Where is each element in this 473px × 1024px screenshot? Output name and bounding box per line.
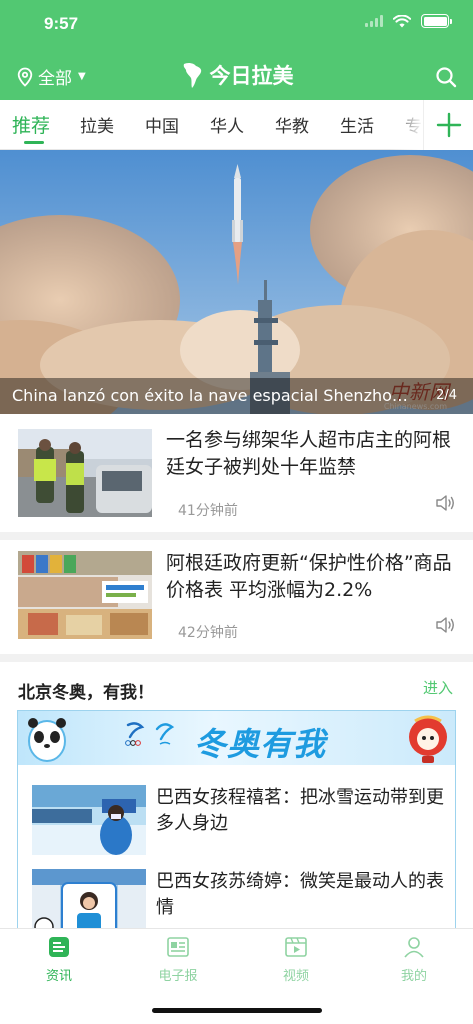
app-title: 今日拉美 [180,60,294,90]
section-title: 北京冬奥，有我！ [18,683,154,703]
olympic-emblem-icon [125,722,145,746]
location-selector[interactable]: 全部 ▼ [16,64,86,89]
add-category-button[interactable] [423,100,473,150]
wifi-icon [393,14,411,27]
section-enter-link[interactable]: 进入 [423,677,453,698]
news-timestamp: 41分钟前 [178,503,238,519]
status-time: 9:57 [44,14,79,33]
hero-image-rocket-launch [0,150,473,414]
tab-chinese-education[interactable]: 华教 [275,112,309,137]
banner-title: 冬奥有我 [194,725,327,763]
bottom-tab-epaper[interactable]: 电子报 [138,935,218,984]
tab-chinese-overseas[interactable]: 华人 [210,112,244,137]
location-label: 全部 [38,69,72,89]
carousel-pager: 2/4 [436,388,457,403]
cellular-signal-icon [365,15,383,27]
hero-caption: China lanzó con éxito la nave espacial S… [0,378,473,414]
location-pin-icon [17,67,33,87]
news-thumbnail [18,551,152,639]
top-nav-bar: 全部 ▼ 今日拉美 [0,54,473,98]
feature-thumbnail [32,785,146,855]
tab-recommended[interactable]: 推荐 [12,111,50,138]
bottom-tab-label: 资讯 [45,969,72,984]
chevron-down-icon: ▼ [78,71,86,82]
speaker-icon[interactable] [435,616,455,634]
hero-carousel[interactable]: 中新网 Chinanews.com China lanzó con éxito … [0,150,473,414]
tab-life[interactable]: 生活 [340,112,374,137]
bottom-tab-label: 我的 [400,969,427,984]
video-icon [285,937,307,957]
winter-olympics-feature: 冬奥有我 巴西女孩程禧茗：把冰雪运动带到更多人身边 巴西女孩苏绮婷：微笑是最动人… [17,710,456,950]
news-title[interactable]: 一名参与绑架华人超市店主的阿根廷女子被判处十年监禁 [166,427,456,481]
app-title-text: 今日拉美 [209,64,294,88]
feature-banner[interactable]: 冬奥有我 [18,711,455,765]
news-thumbnail [18,429,152,517]
active-tab-indicator [24,141,44,144]
bottom-tab-news[interactable]: 资讯 [19,935,99,984]
news-title[interactable]: 阿根廷政府更新“保护性价格”商品价格表 平均涨幅为2.2% [166,550,456,604]
divider [0,654,473,662]
news-timestamp: 42分钟前 [178,625,238,641]
news-item[interactable]: 阿根廷政府更新“保护性价格”商品价格表 平均涨幅为2.2% 42分钟前 [0,540,473,654]
speaker-icon[interactable] [435,494,455,512]
category-tabs-bar: 推荐 拉美 中国 华人 华教 生活 专 [0,100,473,150]
newspaper-icon [167,937,189,957]
tab-latin-america[interactable]: 拉美 [80,112,114,137]
tab-china[interactable]: 中国 [145,112,179,137]
feature-item-title[interactable]: 巴西女孩程禧茗：把冰雪运动带到更多人身边 [156,785,444,837]
news-item[interactable]: 一名参与绑架华人超市店主的阿根廷女子被判处十年监禁 41分钟前 [0,414,473,532]
bottom-tab-video[interactable]: 视频 [256,935,336,984]
lantern-mascot-icon [409,715,447,763]
feature-item-title[interactable]: 巴西女孩苏绮婷：微笑是最动人的表情 [156,869,444,921]
panda-mascot-icon [28,718,66,762]
bottom-tab-label: 视频 [282,969,309,984]
status-bar: 9:57 [0,0,473,50]
app-header: 9:57 全部 ▼ 今日拉美 [0,0,473,100]
search-icon[interactable] [435,66,457,88]
home-indicator[interactable] [152,1008,322,1013]
paralympic-emblem-icon [155,723,175,745]
battery-icon [421,14,452,28]
news-icon [49,937,69,957]
category-tabs: 推荐 拉美 中国 华人 华教 生活 专 [0,100,423,150]
hero-title[interactable]: China lanzó con éxito la nave espacial S… [12,386,414,405]
bottom-tab-label: 电子报 [158,969,198,984]
status-icons [365,14,452,28]
plus-icon [436,112,461,138]
latin-america-map-logo-icon [183,62,201,88]
bottom-tab-profile[interactable]: 我的 [374,935,454,984]
divider [0,532,473,540]
profile-icon [404,937,424,958]
